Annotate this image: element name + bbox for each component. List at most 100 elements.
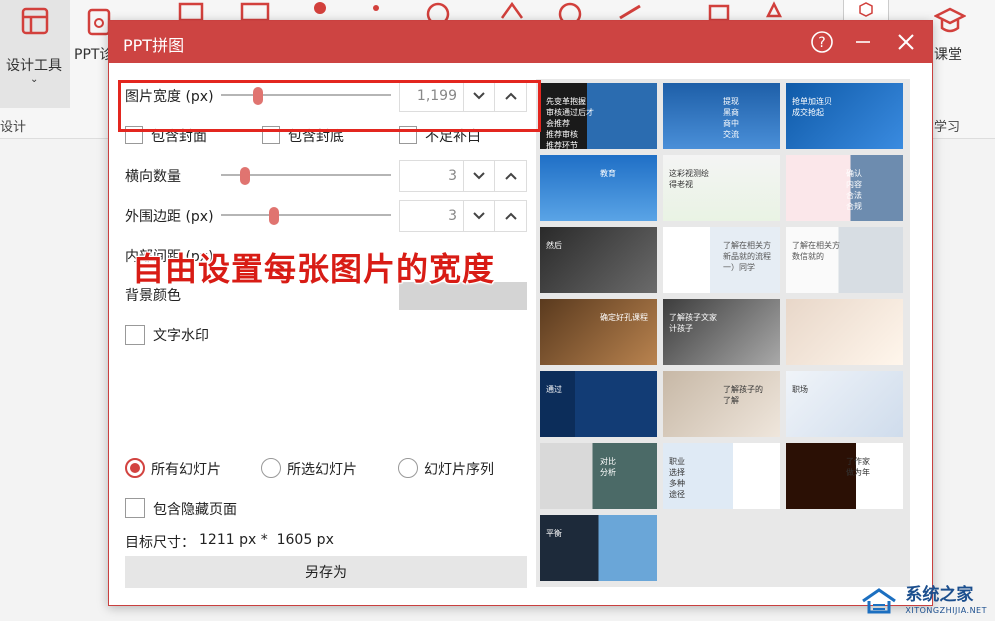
all-slides-radio[interactable] [125,458,145,478]
slide-thumbnail[interactable]: 了解在相关方 新品就的流程 一）同学 [663,227,780,293]
slide-thumbnail[interactable]: 通过 [540,371,657,437]
close-button[interactable] [893,29,919,55]
margin-increase-button[interactable] [495,201,526,231]
slide-thumbnail[interactable]: 了解在相关方 数信就的 [786,227,903,293]
ribbon-top-icons [178,1,783,20]
slide-thumbnail-text: 会推荐 [546,119,570,128]
target-size-value: 1211 px * 1605 px [199,532,334,548]
minimize-button[interactable] [850,29,876,55]
slide-thumbnail-text: 职业 [669,457,685,466]
slide-thumbnail[interactable]: 这彩视测绘 得老视 [663,155,780,221]
slide-thumbnail[interactable]: 先变革抱握 审核通过后才 会推荐 推荐审核 推荐环节 [540,83,657,149]
slide-thumbnail-text: 了解在相关方 [723,241,771,250]
slide-thumbnail-text: 抢单加连贝 [792,97,832,106]
slide-thumbnail-text: 对比 [600,457,616,466]
chevron-up-icon [504,212,517,220]
slide-thumbnail-text: 选择 [669,468,685,477]
slide-thumbnail-text: 交流 [723,130,739,139]
watermark-sub: XITONGZHIJIA.NET [905,606,987,615]
slide-thumbnail[interactable]: 职场 [786,371,903,437]
slide-thumbnail-text: 分析 [600,468,616,477]
margin-value[interactable]: 3 [400,201,464,231]
slide-thumbnail[interactable]: 提现 黑商 商中 交流 [663,83,780,149]
overlay-caption: 自由设置每张图片的宽度 [132,250,496,288]
cols-value[interactable]: 3 [400,161,464,191]
group-label-design: 设计 [0,120,27,135]
slide-thumbnail[interactable]: 教育 [540,155,657,221]
graduation-cap-icon [934,7,966,33]
slide-thumbnail-text: 教育 [600,169,616,178]
slide-sequence-radio[interactable] [398,458,418,478]
help-icon: ? [811,31,833,53]
slide-thumbnail[interactable]: 对比 分析 [540,443,657,509]
slide-thumbnail-text: 先变革抱握 [546,97,586,106]
slide-thumbnail-text: 确认 [846,169,862,178]
slide-thumbnail[interactable] [786,299,903,365]
ribbon-box-button[interactable] [843,0,889,21]
chevron-down-icon [473,212,485,220]
slide-thumbnail-text: 计孩子 [669,324,693,333]
slide-thumbnail[interactable]: 了解孩子文家 计孩子 [663,299,780,365]
house-logo-icon [862,588,897,614]
slide-thumbnail-text: 推荐审核 [546,130,578,139]
slide-thumbnail[interactable]: 了作家 做为年 [786,443,903,509]
slide-thumbnail-text: 审核通过后才 [546,108,594,117]
slide-thumbnail-text: 商中 [723,119,739,128]
slide-thumbnail[interactable]: 然后 [540,227,657,293]
slide-thumbnail-text: 通过 [546,385,562,394]
slider-thumb[interactable] [240,167,251,185]
design-tools-button[interactable]: 设计工具 ⌄ [0,0,70,108]
slider-thumb[interactable] [269,207,279,225]
include-hidden-checkbox[interactable] [125,498,145,518]
text-watermark-checkbox[interactable] [125,325,145,345]
slide-thumbnail[interactable]: 职业 选择 多种 途径 [663,443,780,509]
slide-thumbnail-text: 了作家 [846,457,870,466]
chevron-up-icon [504,172,517,180]
minimize-icon [856,41,870,43]
preview-pane[interactable]: 先变革抱握 审核通过后才 会推荐 推荐审核 推荐环节 提现 黑商 商中 交流 抢单加连贝 成交抢起教… [536,79,910,587]
selected-slides-radio[interactable] [261,458,281,478]
cols-slider[interactable] [221,167,391,185]
slide-thumbnail-text: 职场 [792,385,808,394]
slide-thumbnail-text: 内容 [846,180,862,189]
margin-label: 外围边距 (px) [125,209,214,225]
save-as-button[interactable]: 另存为 [125,556,527,588]
slide-thumbnail-text: 提现 [723,97,739,106]
slide-thumbnail-text: 了解孩子文家 [669,313,717,322]
close-icon [898,34,914,50]
slide-thumbnail[interactable]: 平衡 [540,515,657,581]
slide-thumbnail-text: 得老视 [669,180,693,189]
cols-decrease-button[interactable] [464,161,495,191]
slide-thumbnail-text: 合法 [846,191,862,200]
slide-thumbnail[interactable]: 抢单加连贝 成交抢起 [786,83,903,149]
slide-thumbnail-text: 平衡 [546,529,562,538]
slide-thumbnail-text: 新品就的流程 [723,252,771,261]
slide-thumbnail[interactable]: 确认 内容 合法 合规 [786,155,903,221]
margin-decrease-button[interactable] [464,201,495,231]
ppt-diagnose-button[interactable]: PPT诊 [72,0,113,108]
dialog-title: PPT拼图 [123,36,185,55]
group-label-learning: 学习 [934,120,961,135]
slide-thumbnail[interactable]: 了解孩子的 了解 [663,371,780,437]
selected-slides-label: 所选幻灯片 [287,462,357,478]
slide-thumbnail[interactable]: 确定好孔课程 [540,299,657,365]
include-hidden-label: 包含隐藏页面 [153,502,237,518]
classroom-button[interactable]: 课堂 [930,0,972,70]
slide-thumbnail-text: 多种 [669,479,685,488]
cols-spinner: 3 [399,160,527,192]
cols-increase-button[interactable] [495,161,526,191]
slide-thumbnail-text: 了解孩子的 [723,385,763,394]
slider-track [221,214,391,216]
slide-sequence-label: 幻灯片序列 [424,462,494,478]
help-button[interactable]: ? [809,29,835,55]
layout-icon [21,7,49,35]
svg-text:?: ? [818,35,825,51]
watermark-main: 系统之家 [905,585,974,605]
margin-spinner: 3 [399,200,527,232]
margin-slider[interactable] [221,207,391,225]
slide-thumbnail-text: 黑商 [723,108,739,117]
slide-thumbnail-text: 合规 [846,202,862,211]
text-watermark-label: 文字水印 [153,328,209,344]
slide-thumbnail-text: 然后 [546,241,562,250]
design-tools-label: 设计工具 [6,58,62,74]
